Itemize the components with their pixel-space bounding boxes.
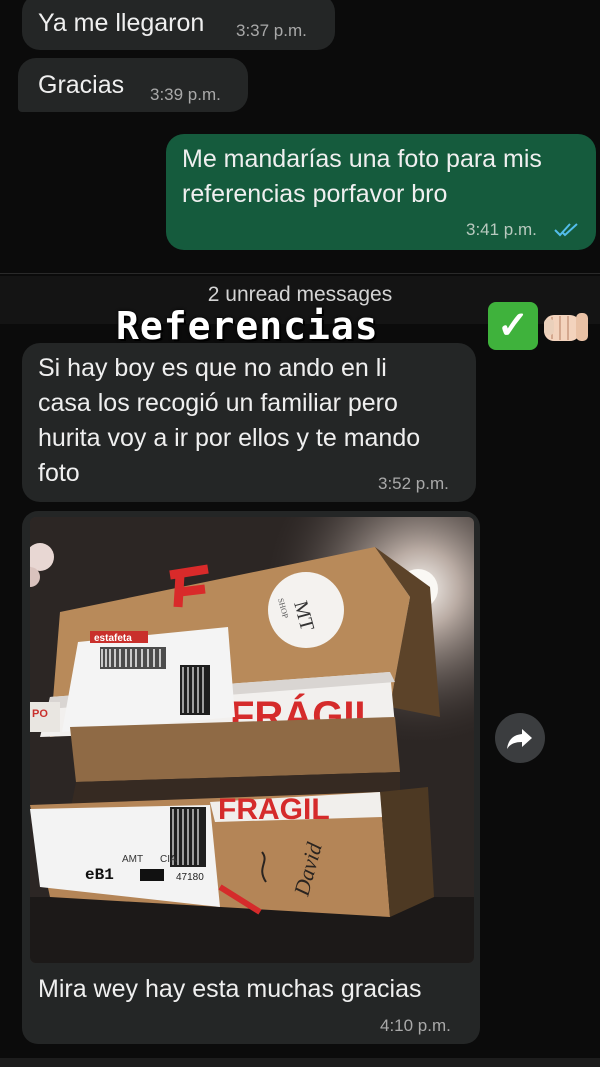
read-ticks-icon <box>554 223 578 237</box>
check-mark-icon: ✓ <box>488 302 538 350</box>
forward-arrow-icon <box>507 729 532 749</box>
forward-button[interactable] <box>495 713 545 763</box>
side-label: PO <box>32 708 48 720</box>
message-time: 4:10 p.m. <box>380 1016 451 1035</box>
message-text: Ya me llegaron <box>38 9 205 37</box>
message-line: casa los recogió un familiar pero <box>38 389 398 417</box>
message-line: hurita voy a ir por ellos y te mando <box>38 424 421 452</box>
message-line: referencias porfavor bro <box>182 180 448 208</box>
overlay-title: Referencias <box>116 304 379 348</box>
package-photo-drawing: FRÁGIL estafeta PO MT SHOP FRAGIL AMT CI… <box>30 517 474 963</box>
barcode-left: eB1 <box>85 866 114 884</box>
message-time: 3:52 p.m. <box>378 474 449 493</box>
message-bubble-incoming[interactable]: Ya me llegaron 3:37 p.m. <box>22 0 335 50</box>
barcode-right: 47180 <box>176 872 204 883</box>
fragil-tape-lower: FRAGIL <box>218 793 330 826</box>
bottom-divider <box>0 1058 600 1067</box>
message-line: Si hay boy es que no ando en li <box>38 354 387 382</box>
message-bubble-incoming[interactable]: Si hay boy es que no ando en li casa los… <box>22 343 476 502</box>
message-time: 3:41 p.m. <box>466 220 537 239</box>
message-bubble-incoming[interactable]: Gracias 3:39 p.m. <box>18 58 248 112</box>
label-brand: estafeta <box>94 633 132 644</box>
message-text: Gracias <box>38 71 125 99</box>
label-extra: AMT <box>122 854 143 865</box>
label-extra-2: CIA <box>160 854 177 865</box>
fist-bump-icon <box>544 313 588 341</box>
section-divider <box>0 273 600 274</box>
message-line: foto <box>38 459 80 487</box>
message-bubble-outgoing[interactable]: Me mandarías una foto para mis referenci… <box>166 134 596 250</box>
message-time: 3:37 p.m. <box>236 21 307 40</box>
photo-caption: Mira wey hay esta muchas gracias <box>38 975 422 1003</box>
package-photo[interactable]: FRÁGIL estafeta PO MT SHOP FRAGIL AMT CI… <box>30 517 474 963</box>
message-line: Me mandarías una foto para mis <box>182 145 542 173</box>
message-time: 3:39 p.m. <box>150 85 221 104</box>
